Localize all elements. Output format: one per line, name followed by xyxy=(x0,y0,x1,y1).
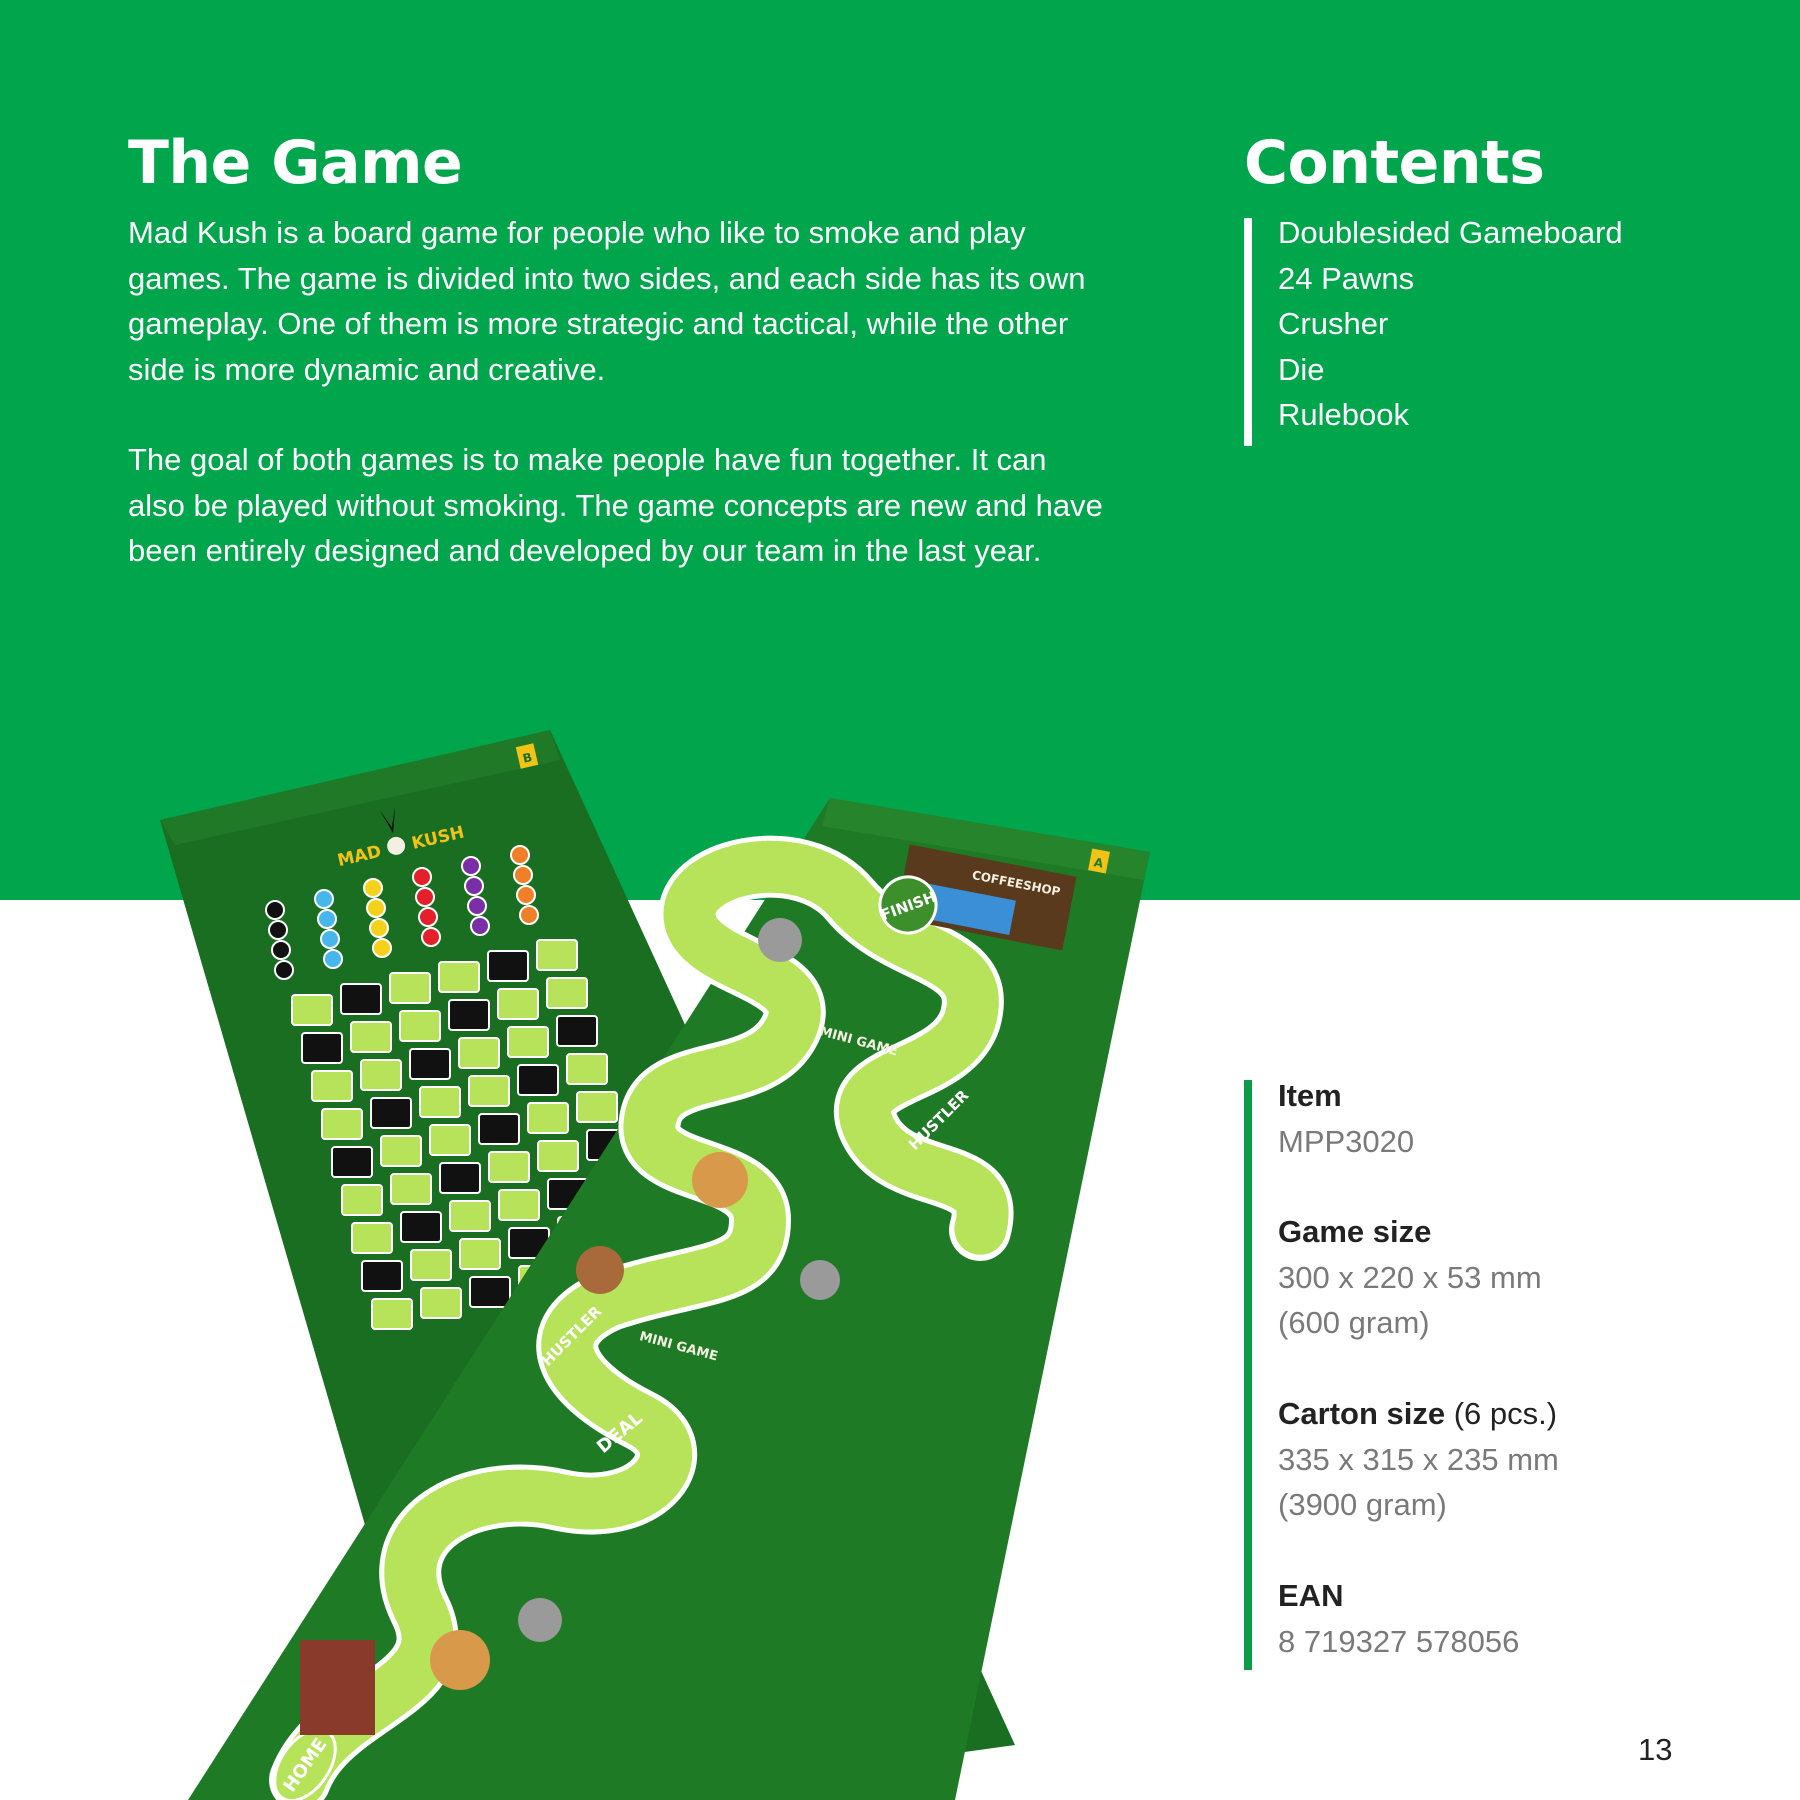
character-illustration xyxy=(692,1152,748,1208)
board-square xyxy=(536,939,578,971)
board-square xyxy=(537,1140,579,1172)
pawn-slot xyxy=(265,900,285,920)
board-square xyxy=(527,1102,569,1134)
board-square xyxy=(351,1222,393,1254)
board-square xyxy=(566,1053,608,1085)
pawn-slot xyxy=(461,856,481,876)
board-square xyxy=(458,1037,500,1069)
board-square xyxy=(370,1097,412,1129)
spec-carton-size-value: 335 x 315 x 235 mm xyxy=(1278,1441,1559,1477)
board-square xyxy=(311,1070,353,1102)
board-square xyxy=(410,1249,452,1281)
board-square xyxy=(321,1108,363,1140)
board-square xyxy=(497,988,539,1020)
board-square xyxy=(409,1048,451,1080)
specs-accent-bar xyxy=(1244,1080,1252,1670)
pawn-slot xyxy=(363,878,383,898)
pawn-slot xyxy=(470,916,490,936)
board-square xyxy=(340,983,382,1015)
board-square xyxy=(390,1173,432,1205)
pawn-slot xyxy=(415,887,435,907)
pawn-slot xyxy=(467,896,487,916)
board-square xyxy=(459,1238,501,1270)
board-square xyxy=(400,1211,442,1243)
board-square xyxy=(301,1032,343,1064)
board-square xyxy=(371,1298,413,1330)
board-square xyxy=(576,1091,618,1123)
board-square xyxy=(419,1086,461,1118)
board-square xyxy=(478,1113,520,1145)
spec-carton-weight-value: (3900 gram) xyxy=(1278,1487,1447,1522)
spec-game-size: Game size 300 x 220 x 53 mm (600 gram) xyxy=(1278,1209,1542,1346)
board-square xyxy=(498,1189,540,1221)
board-square xyxy=(439,1162,481,1194)
board-square xyxy=(389,972,431,1004)
pawn-slot xyxy=(268,920,288,940)
pawn-slot xyxy=(323,949,343,969)
spec-item-value: MPP3020 xyxy=(1278,1123,1415,1159)
board-square xyxy=(468,1075,510,1107)
board-square xyxy=(350,1021,392,1053)
board-square xyxy=(546,977,588,1009)
spec-game-size-value: 300 x 220 x 53 mm xyxy=(1278,1259,1542,1295)
pawn-slot xyxy=(314,889,334,909)
pawn-slot xyxy=(510,845,530,865)
spec-game-weight-value: (600 gram) xyxy=(1278,1305,1430,1340)
pawn-slot xyxy=(320,929,340,949)
board-square xyxy=(331,1146,373,1178)
board-square xyxy=(438,961,480,993)
spec-item-label: Item xyxy=(1278,1078,1342,1113)
board-square xyxy=(488,1151,530,1183)
spec-item: Item MPP3020 xyxy=(1278,1073,1414,1164)
board-square xyxy=(448,999,490,1031)
spec-carton-size-label: Carton size xyxy=(1278,1396,1446,1431)
pawn-slot xyxy=(366,898,386,918)
board-square xyxy=(556,1015,598,1047)
board-square xyxy=(380,1135,422,1167)
pawn-slot xyxy=(412,867,432,887)
board-square xyxy=(517,1064,559,1096)
board-square xyxy=(429,1124,471,1156)
gameboard-product-image: B MAD KUSH STARTSTARTSTARTSTARTSTARTSTAR… xyxy=(160,730,1150,1800)
board-square xyxy=(399,1010,441,1042)
spec-ean-label: EAN xyxy=(1278,1578,1344,1613)
pawn-slot xyxy=(516,885,536,905)
spec-carton-size: Carton size (6 pcs.) 335 x 315 x 235 mm … xyxy=(1278,1391,1559,1528)
pawn-slot xyxy=(513,865,533,885)
spec-ean: EAN 8 719327 578056 xyxy=(1278,1573,1519,1664)
page-number: 13 xyxy=(1638,1732,1673,1767)
spec-game-size-label: Game size xyxy=(1278,1214,1432,1249)
pawn-slot xyxy=(464,876,484,896)
pawn-slot xyxy=(418,907,438,927)
pawn-slot xyxy=(317,909,337,929)
pawn-slot xyxy=(369,918,389,938)
pawn-slot xyxy=(372,938,392,958)
building-illustration xyxy=(300,1640,375,1735)
pawn-slot xyxy=(274,960,294,980)
board-square xyxy=(361,1260,403,1292)
board-square xyxy=(341,1184,383,1216)
smoke-cloud xyxy=(758,918,802,962)
board-square xyxy=(487,950,529,982)
pawn-slot xyxy=(271,940,291,960)
board-square xyxy=(291,994,333,1026)
spec-ean-value: 8 719327 578056 xyxy=(1278,1623,1520,1659)
board-square xyxy=(449,1200,491,1232)
board-square xyxy=(420,1287,462,1319)
board-square xyxy=(360,1059,402,1091)
pawn-slot xyxy=(421,927,441,947)
character-illustration xyxy=(576,1246,624,1294)
smoke-cloud xyxy=(518,1598,562,1642)
spec-carton-size-qty: (6 pcs.) xyxy=(1453,1396,1558,1431)
spec-carton-size-label-row: Carton size (6 pcs.) xyxy=(1278,1391,1559,1437)
character-illustration xyxy=(430,1630,490,1690)
smoke-cloud xyxy=(800,1260,840,1300)
board-square xyxy=(469,1276,511,1308)
pawn-slot xyxy=(519,905,539,925)
board-square xyxy=(507,1026,549,1058)
